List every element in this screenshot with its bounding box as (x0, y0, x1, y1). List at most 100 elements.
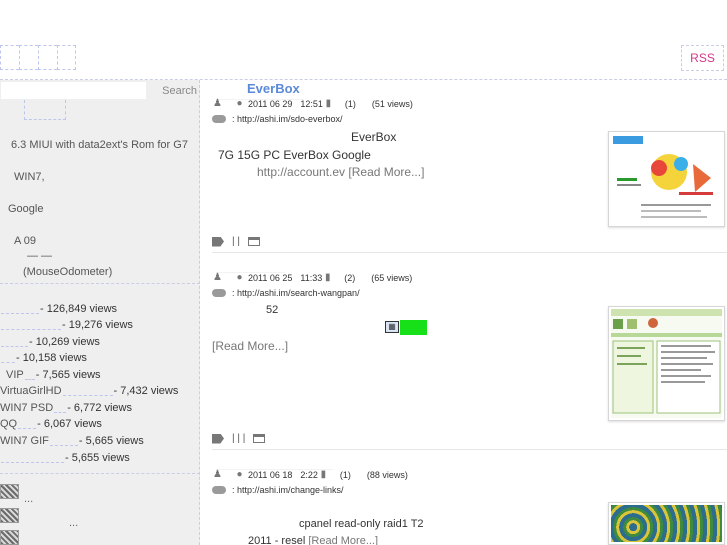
sidebar-divider (0, 473, 200, 474)
read-more-link[interactable]: [Read More...] (308, 535, 378, 545)
post-time: 12:51 (300, 98, 323, 109)
post-title[interactable]: EverBox (247, 81, 300, 96)
search-input[interactable] (1, 82, 146, 99)
popular-post[interactable]: - 10,158 views (0, 352, 87, 364)
widget-box (24, 100, 66, 120)
post-tags: | | (212, 236, 260, 247)
post-link-underline (24, 370, 35, 381)
wangpan-image (611, 309, 722, 418)
post-link[interactable]: WIN7 PSD (0, 402, 53, 414)
post-link[interactable] (1, 320, 61, 331)
everbox-image (611, 134, 722, 224)
widget-text-a09[interactable]: A 09 (14, 235, 36, 247)
post-link[interactable] (1, 304, 39, 315)
views-count: - 10,158 views (16, 352, 87, 364)
comment-avatar[interactable] (0, 508, 19, 523)
post-link-underline (49, 436, 78, 447)
post-link[interactable]: VirtuaGirlHD (0, 385, 62, 397)
comment-avatar[interactable] (0, 484, 19, 499)
views-count: - 5,655 views (65, 452, 130, 464)
comment-icon: ▮ (324, 272, 331, 283)
post-title-box (216, 253, 285, 273)
nav-tab-2[interactable] (19, 45, 38, 70)
post-link[interactable] (1, 353, 15, 364)
post-link-underline (62, 386, 113, 397)
post-link-underline (18, 419, 37, 430)
post-link[interactable]: VIP (6, 369, 24, 381)
post-permalink-row: : http://ashi.im/sdo-everbox/ (212, 114, 343, 124)
nav-tab-1[interactable] (0, 45, 19, 70)
view-count: (65 views) (371, 272, 413, 283)
comment-count[interactable]: (1) (345, 99, 356, 109)
popular-post[interactable]: - 126,849 views (0, 303, 117, 315)
widget-text-miui[interactable]: 6.3 MIUI with data2ext's Rom for G7 (11, 139, 188, 151)
post-date: 2011 06 18 (248, 469, 293, 480)
widget-text-dashes: — — (27, 250, 53, 262)
views-count: - 6,772 views (67, 402, 132, 414)
popular-post[interactable]: QQ - 6,067 views (0, 418, 102, 430)
post-permalink[interactable]: : http://ashi.im/search-wangpan/ (232, 288, 360, 298)
tag-list[interactable]: | | | (232, 433, 245, 444)
link-icon (212, 289, 226, 297)
post-thumbnail[interactable] (608, 306, 725, 421)
author-icon: ♟ (213, 272, 222, 283)
popular-post[interactable]: VIP - 7,565 views (6, 369, 101, 381)
post-link-underline (54, 403, 67, 414)
comment-count[interactable]: (1) (340, 470, 351, 480)
rss-link[interactable]: RSS (681, 45, 724, 71)
post-meta: ♟ ● 2011 06 25 11:33 ▮ (2) (65 views) (212, 272, 412, 283)
clock-icon: ● (236, 98, 243, 109)
popular-post[interactable]: - 10,269 views (0, 336, 100, 348)
post-permalink[interactable]: : http://ashi.im/sdo-everbox/ (232, 114, 343, 124)
views-count: - 6,067 views (37, 418, 102, 430)
post-tags: | | | (212, 433, 266, 444)
post-divider (212, 252, 727, 253)
comment-text[interactable]: ... (24, 493, 33, 505)
nav-tab-4[interactable] (57, 45, 76, 70)
inline-green-button[interactable] (400, 320, 427, 335)
tag-list[interactable]: | | (232, 236, 240, 247)
post-thumbnail[interactable] (608, 131, 725, 227)
nav-tab-3[interactable] (38, 45, 57, 70)
widget-text-google[interactable]: Google (8, 203, 43, 215)
comment-avatar[interactable] (0, 530, 19, 545)
inline-icon: ▦ (385, 321, 399, 333)
read-more-link[interactable]: [Read More...] (348, 165, 424, 179)
post-link[interactable]: QQ (0, 418, 17, 430)
wangpan-art (611, 309, 722, 414)
popular-post[interactable]: - 5,655 views (0, 452, 130, 464)
popular-post[interactable]: - 19,276 views (0, 319, 133, 331)
post-body-line: 52 (266, 304, 279, 316)
post-body-line: EverBox (351, 130, 397, 144)
views-count: - 5,665 views (78, 435, 144, 447)
post-link[interactable]: WIN7 GIF (0, 435, 49, 447)
widget-text-win7[interactable]: WIN7, (14, 171, 45, 183)
post-link[interactable] (1, 337, 28, 348)
post-title-box (216, 450, 333, 470)
popular-post[interactable]: WIN7 GIF - 5,665 views (0, 435, 144, 447)
post-link[interactable] (1, 453, 64, 464)
post-excerpt-end: http://account.ev [Read More...] (257, 165, 424, 179)
popular-post[interactable]: WIN7 PSD - 6,772 views (0, 402, 132, 414)
comment-count[interactable]: (2) (344, 273, 355, 283)
tag-icon (212, 433, 224, 444)
clock-icon: ● (236, 272, 243, 283)
post-permalink[interactable]: : http://ashi.im/change-links/ (232, 485, 344, 495)
popular-post[interactable]: VirtuaGirlHD - 7,432 views (0, 385, 178, 397)
post-date: 2011 06 29 (248, 98, 293, 109)
post-time: 2:22 (300, 469, 318, 480)
post-meta: ♟ ● 2011 06 18 2:22 ▮ (1) (88 views) (212, 469, 408, 480)
read-more-link[interactable]: [Read More...] (212, 339, 288, 353)
comment-text[interactable]: ... (69, 517, 78, 529)
changelinks-image (611, 505, 722, 542)
folder-icon (253, 434, 266, 443)
author-icon: ♟ (213, 98, 222, 109)
post-time: 11:33 (300, 272, 323, 283)
views-count: - 126,849 views (40, 303, 118, 315)
post-thumbnail[interactable] (608, 502, 725, 545)
post-permalink-row: : http://ashi.im/search-wangpan/ (212, 288, 360, 298)
search-button[interactable]: Search (150, 82, 199, 99)
views-count: - 19,276 views (62, 319, 133, 331)
excerpt-url[interactable]: http://account.ev (257, 165, 345, 179)
widget-text-mouseodometer[interactable]: (MouseOdometer) (23, 266, 112, 278)
